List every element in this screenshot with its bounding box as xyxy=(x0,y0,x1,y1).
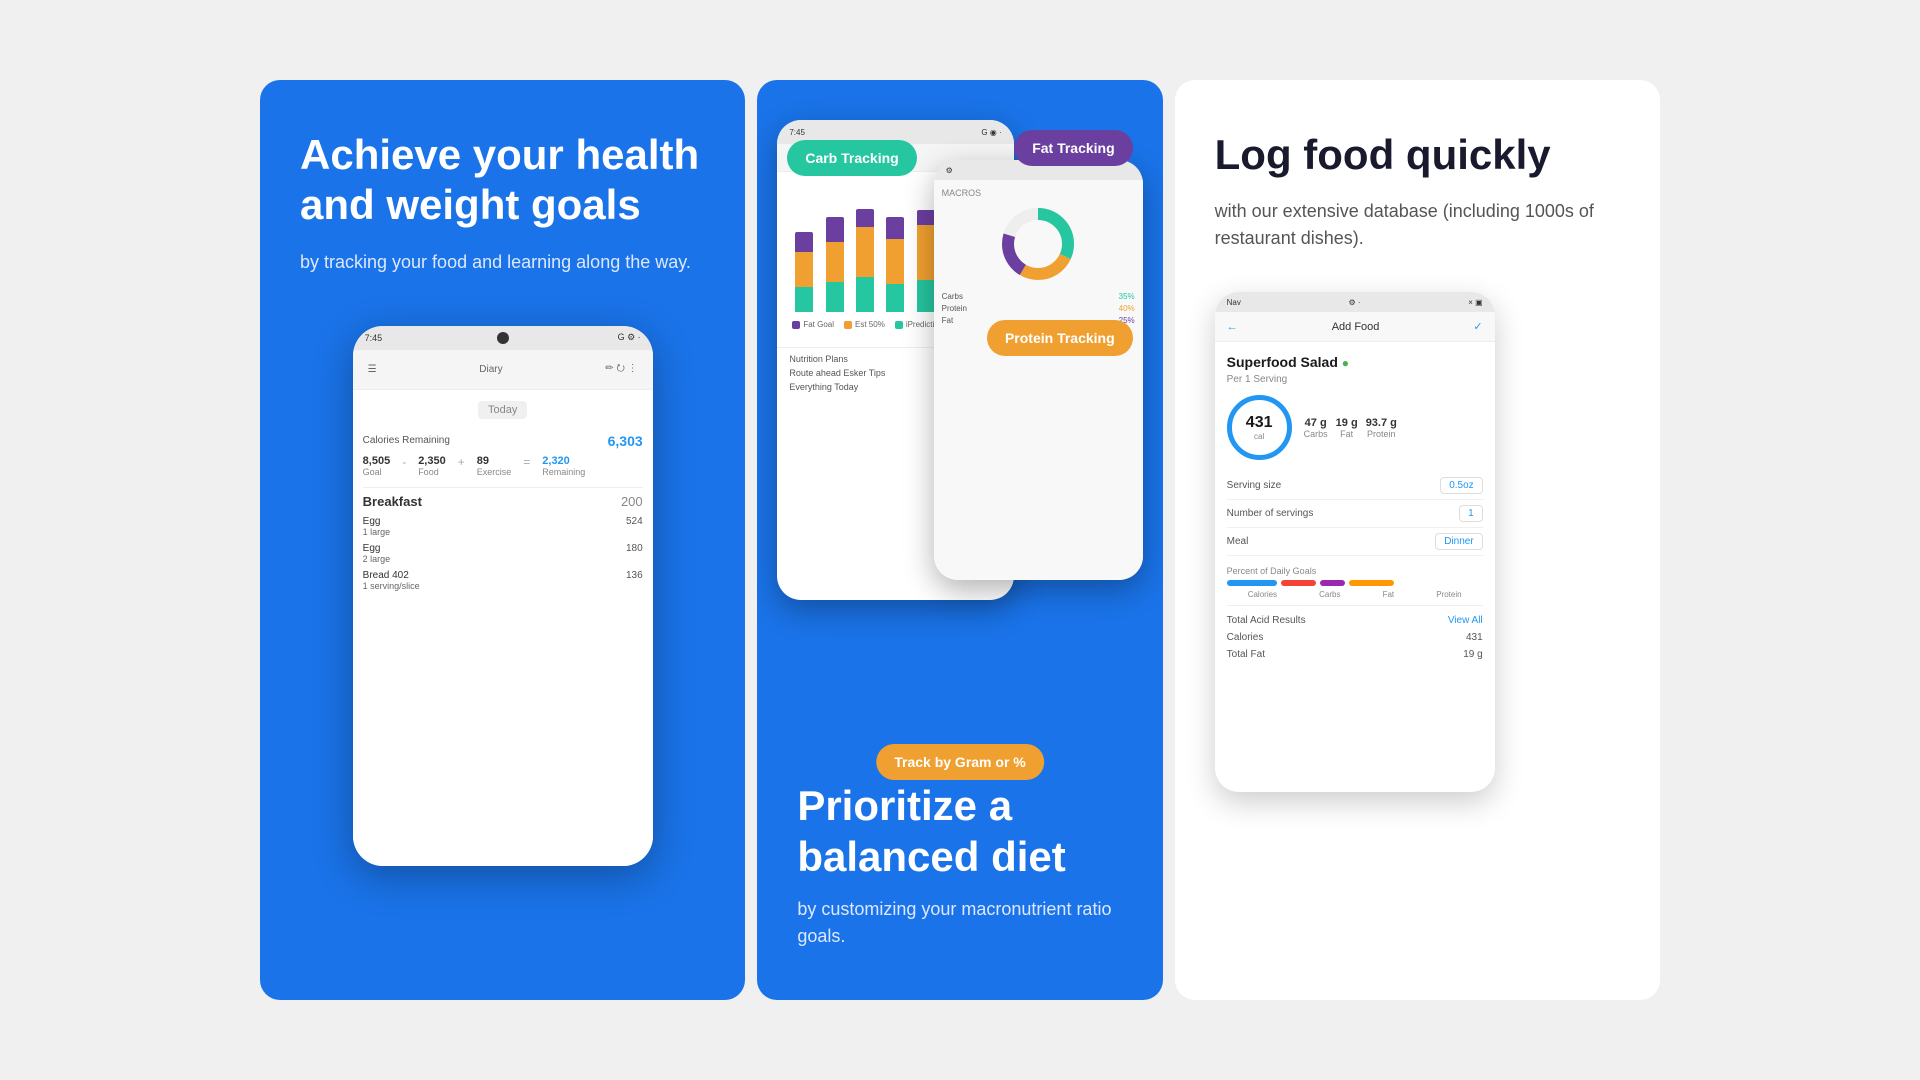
cal-goal: 8,505 xyxy=(363,455,391,467)
food-item-3: Bread 402 1 serving/slice 136 xyxy=(363,567,643,594)
af-food-name: Superfood Salad ● xyxy=(1227,354,1483,370)
phone-header: ☰ Diary ✏ ⭮ ⋮ xyxy=(353,350,653,390)
af-nav-header: ← Add Food ✓ xyxy=(1215,312,1495,342)
calories-remaining-row: Calories Remaining 6,303 xyxy=(363,433,643,449)
panel2-bottom-text: Prioritize a balanced diet by customizin… xyxy=(797,781,1122,950)
phone-status-bar: 7:45 G ⚙ · xyxy=(353,326,653,350)
donut-chart xyxy=(942,204,1135,284)
panel3-subtext: with our extensive database (including 1… xyxy=(1215,198,1620,252)
legend-protein: Est 50% xyxy=(844,320,885,329)
panel2-subtext: by customizing your macronutrient ratio … xyxy=(797,896,1122,950)
panel1-subtext: by tracking your food and learning along… xyxy=(300,249,705,276)
af-meal-row: Meal Dinner xyxy=(1227,528,1483,556)
bar-fat-3 xyxy=(856,209,874,227)
cal-remaining-num: 2,320 xyxy=(542,455,585,467)
bar-protein-5 xyxy=(917,225,935,280)
af-status-bar: Nav ⚙ · × ▣ xyxy=(1215,292,1495,312)
cal-exercise: 89 xyxy=(477,455,512,467)
food-item-1: Egg 1 large 524 xyxy=(363,513,643,540)
bar-cal xyxy=(1227,580,1277,586)
panel-log-food: Log food quickly with our extensive data… xyxy=(1175,80,1660,1000)
bar-carb-1 xyxy=(795,287,813,312)
cal-food: 2,350 xyxy=(418,455,446,467)
af-title: Add Food xyxy=(1332,321,1380,333)
food-item-2: Egg 2 large 180 xyxy=(363,540,643,567)
badge-track-gram: Track by Gram or % xyxy=(876,744,1044,780)
macro-protein: 93.7 g Protein xyxy=(1366,417,1397,439)
badge-carb-tracking: Carb Tracking xyxy=(787,140,916,176)
breakfast-section: Breakfast 200 Egg 1 large 524 Egg 2 l xyxy=(363,487,643,594)
af-serving-size-row: Serving size 0.5oz xyxy=(1227,472,1483,500)
bar-fat xyxy=(1320,580,1345,586)
percent-section-label: Percent of Daily Goals xyxy=(1227,566,1483,576)
diary-screen: Today Calories Remaining 6,303 8,505 Goa… xyxy=(353,390,653,866)
panel3-headline: Log food quickly xyxy=(1215,130,1620,180)
calorie-circle: 431 cal xyxy=(1227,395,1292,460)
panel2-headline: Prioritize a balanced diet xyxy=(797,781,1122,882)
af-macros: 47 g Carbs 19 g Fat 93.7 g Protein xyxy=(1304,417,1397,439)
bar-protein-4 xyxy=(886,239,904,284)
macro-carbs: 47 g Carbs xyxy=(1304,417,1328,439)
af-total-results: Total Acid Results View All xyxy=(1227,612,1483,629)
af-servings-row: Number of servings 1 xyxy=(1227,500,1483,528)
bar-fat-2 xyxy=(826,217,844,242)
bar-protein-2 xyxy=(826,242,844,282)
bar-fat-1 xyxy=(795,232,813,252)
af-fat-result: Total Fat 19 g xyxy=(1227,646,1483,663)
af-bar-row xyxy=(1227,580,1483,586)
legend-fat: Fat Goal xyxy=(792,320,834,329)
badge-fat-tracking: Fat Tracking xyxy=(1014,130,1132,166)
phone-chart-secondary: ⚙ MACROS Carbs3 xyxy=(934,160,1143,580)
check-icon: ✓ xyxy=(1473,320,1482,333)
af-calories-result: Calories 431 xyxy=(1227,629,1483,646)
macro-fat: 19 g Fat xyxy=(1336,417,1358,439)
bar-fat-4 xyxy=(886,217,904,239)
divider xyxy=(1227,605,1483,606)
af-bar-labels: Calories Carbs Fat Protein xyxy=(1227,590,1483,599)
af-body: Superfood Salad ● Per 1 Serving 431 cal … xyxy=(1215,342,1495,675)
panel-achieve-goals: Achieve your health and weight goals by … xyxy=(260,80,745,1000)
bar-carb-2 xyxy=(826,282,844,312)
camera-notch xyxy=(497,332,509,344)
phone-diary: 7:45 G ⚙ · ☰ Diary ✏ ⭮ ⋮ Today Calories … xyxy=(353,326,653,866)
bar-carb-3 xyxy=(856,277,874,312)
af-percent-bars: Percent of Daily Goals Calories Carbs Fa… xyxy=(1227,566,1483,599)
panel-balanced-diet: Carb Tracking Fat Tracking Protein Track… xyxy=(757,80,1162,1000)
bar-protein-3 xyxy=(856,227,874,277)
badge-protein-tracking: Protein Tracking xyxy=(987,320,1133,356)
bar-fat-5 xyxy=(917,210,935,225)
af-food-sub: Per 1 Serving xyxy=(1227,374,1483,385)
cal-remaining-label: Calories Remaining xyxy=(363,435,450,446)
bar-carb-4 xyxy=(886,284,904,312)
phone-add-food: Nav ⚙ · × ▣ ← Add Food ✓ Superfood Salad… xyxy=(1215,292,1495,792)
bar-carb-5 xyxy=(917,280,935,312)
meal-title: Breakfast 200 xyxy=(363,487,643,509)
back-icon: ← xyxy=(1227,321,1238,333)
food-verified-dot: ● xyxy=(1342,356,1349,370)
panel1-headline: Achieve your health and weight goals xyxy=(300,130,705,231)
bar-prot xyxy=(1349,580,1394,586)
bar-protein-1 xyxy=(795,252,813,287)
diary-date: Today xyxy=(478,401,527,419)
bar-carb xyxy=(1281,580,1316,586)
cal-remaining-value: 6,303 xyxy=(608,433,643,449)
af-stats-row: 431 cal 47 g Carbs 19 g Fat 93. xyxy=(1227,395,1483,460)
calorie-values: 8,505 Goal - 2,350 Food + 89 Exercise = xyxy=(363,455,643,477)
diary-title: Diary xyxy=(479,364,502,375)
